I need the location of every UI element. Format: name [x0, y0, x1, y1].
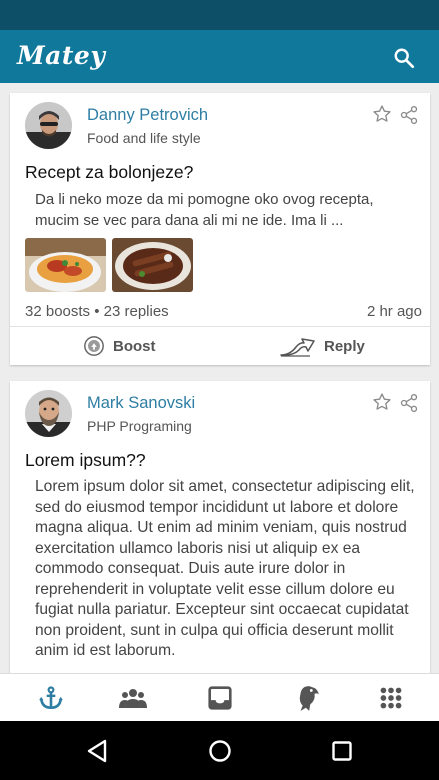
system-nav-bar — [0, 721, 439, 780]
app-bar: Matey — [0, 30, 439, 83]
status-bar — [0, 0, 439, 30]
post-stats: 32 boosts • 23 replies — [25, 303, 169, 320]
nav-parrot[interactable] — [263, 674, 350, 722]
boost-icon — [84, 336, 104, 356]
food-image[interactable] — [25, 238, 106, 292]
nav-home[interactable] — [7, 674, 94, 722]
parrot-icon — [299, 686, 319, 711]
star-icon[interactable] — [372, 104, 392, 124]
home-icon — [209, 740, 231, 762]
recents-icon — [332, 741, 352, 761]
reply-button[interactable]: Reply — [280, 327, 365, 365]
nav-groups[interactable] — [89, 674, 176, 722]
post-body: Lorem ipsum dolor sit amet, consectetur … — [35, 478, 415, 659]
share-icon[interactable] — [399, 105, 419, 125]
boost-button[interactable]: Boost — [83, 327, 156, 365]
topic-label[interactable]: Food and life style — [87, 130, 201, 146]
reply-label: Reply — [324, 337, 365, 355]
post-title[interactable]: Recept za bolonjeze? — [25, 162, 193, 183]
post-body: Da li neko moze da mi pomogne oko ovog r… — [35, 191, 374, 229]
apps-grid-icon — [380, 687, 401, 709]
author-name[interactable]: Danny Petrovich — [87, 106, 208, 125]
inbox-icon — [207, 686, 232, 710]
post-time: 2 hr ago — [366, 303, 422, 320]
home-button[interactable] — [206, 737, 234, 765]
search-icon[interactable] — [393, 47, 415, 69]
back-icon — [87, 739, 107, 763]
divider — [10, 326, 430, 327]
author-name[interactable]: Mark Sanovski — [87, 394, 195, 413]
avatar[interactable] — [25, 390, 72, 437]
back-button[interactable] — [83, 737, 111, 765]
recents-button[interactable] — [328, 737, 356, 765]
feed[interactable]: Danny Petrovich Food and life style Rece… — [0, 83, 439, 673]
nav-apps[interactable] — [347, 674, 434, 722]
nav-inbox[interactable] — [176, 674, 263, 722]
app-logo: Matey — [17, 41, 106, 70]
reply-icon — [280, 338, 315, 357]
group-icon — [118, 689, 147, 708]
topic-label[interactable]: PHP Programing — [87, 418, 192, 434]
post-card[interactable]: Mark Sanovski PHP Programing Lorem ipsum… — [10, 381, 430, 673]
food-image[interactable] — [112, 238, 193, 292]
post-card[interactable]: Danny Petrovich Food and life style Rece… — [10, 93, 430, 365]
anchor-icon — [38, 686, 63, 710]
star-icon[interactable] — [372, 392, 392, 412]
avatar[interactable] — [25, 102, 72, 149]
boost-label: Boost — [113, 337, 156, 355]
share-icon[interactable] — [399, 393, 419, 413]
post-title[interactable]: Lorem ipsum?? — [25, 450, 146, 471]
bottom-nav — [0, 673, 439, 721]
